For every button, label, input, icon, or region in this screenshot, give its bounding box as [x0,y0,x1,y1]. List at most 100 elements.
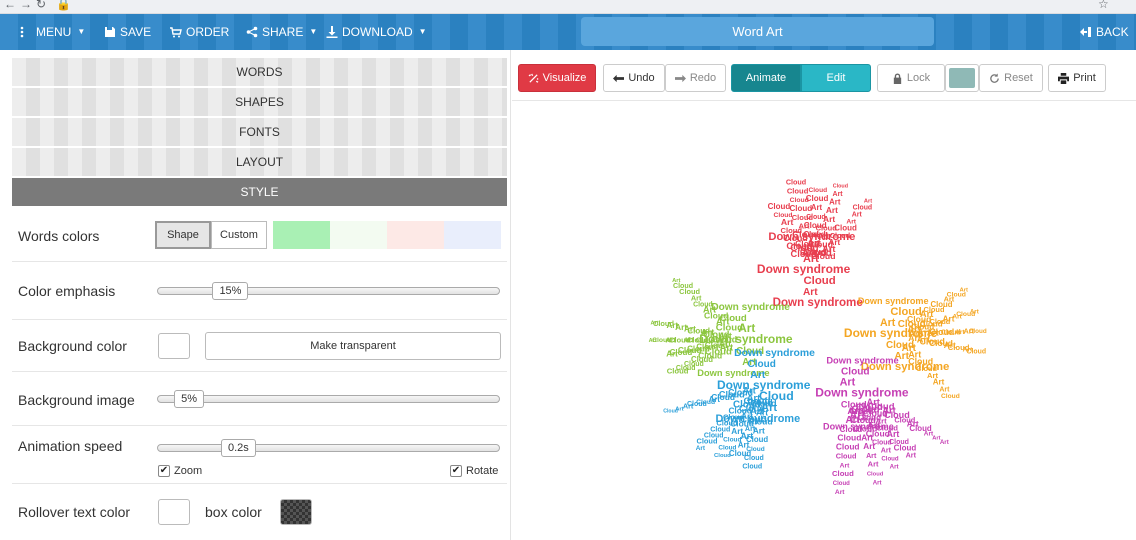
word-art-word[interactable]: Cloud [808,187,827,194]
background-image-handle[interactable]: 5% [174,390,205,408]
print-button[interactable]: Print [1048,64,1106,92]
tab-shapes[interactable]: SHAPES [12,88,507,116]
visualize-button[interactable]: Visualize [518,64,596,92]
reset-button[interactable]: Reset [979,64,1043,92]
word-art-word[interactable]: Art [861,432,873,442]
word-art-word[interactable]: Cloud [941,393,960,400]
word-art-word[interactable]: Cloud [714,453,731,459]
menu-button[interactable]: MENU ▼ [20,14,85,50]
make-transparent-button[interactable]: Make transparent [205,332,501,360]
word-art-word[interactable]: Art [852,212,863,219]
word-art-word[interactable]: Art [906,450,917,459]
word-art-word[interactable]: Cloud [667,367,689,376]
color-swatch[interactable] [330,221,387,249]
word-art-word[interactable]: Art [890,464,899,471]
word-art-word[interactable]: Cloud [853,205,873,212]
word-art-word[interactable]: Art [649,338,657,344]
zoom-checkbox[interactable]: ✔ Zoom [158,465,202,477]
word-art-svg[interactable]: Down syndromeCloudArtDown syndromeCloudA… [512,101,1136,540]
word-art-word[interactable]: Art [811,203,823,212]
word-art-word[interactable]: Cloud [718,444,736,451]
word-art-word[interactable]: Art [683,401,694,410]
share-button[interactable]: SHARE ▼ [246,14,317,50]
word-art-word[interactable]: Art [873,479,882,486]
word-art-word[interactable]: Down syndrome [757,262,851,276]
word-art-word[interactable]: Down syndrome [858,296,929,306]
word-art-word[interactable]: Cloud [774,212,793,219]
word-art-word[interactable]: Art [696,445,706,452]
word-art-canvas[interactable]: Down syndrome Cloud Art Down syndrome Cloud A… [512,100,1136,540]
word-art-word[interactable]: Cloud [836,442,860,452]
tab-words[interactable]: WORDS [12,58,507,86]
word-art-word[interactable]: Art [846,219,856,226]
word-art-word[interactable]: Down syndrome [734,348,815,359]
back-button[interactable]: BACK [1080,14,1129,50]
word-art-word[interactable]: Art [863,442,875,451]
word-art-word[interactable]: Cloud [832,469,854,478]
tab-layout[interactable]: LAYOUT [12,148,507,176]
animation-speed-handle[interactable]: 0.2s [221,439,256,457]
word-art-word[interactable]: Cloud [748,359,776,370]
redo-button[interactable]: Redo [665,64,726,92]
tab-style[interactable]: STYLE [12,178,507,206]
browser-forward-icon[interactable]: → [20,0,32,11]
background-image-slider[interactable] [157,395,500,403]
color-swatch[interactable] [273,221,330,249]
word-art-word[interactable]: Cloud [742,464,762,471]
color-emphasis-slider[interactable] [157,287,500,295]
word-art-word[interactable]: Art [833,191,844,198]
toolbar-color-button[interactable] [945,64,979,92]
word-art-word[interactable]: Art [666,350,678,359]
rotate-checkbox[interactable]: ✔ Rotate [450,465,498,477]
word-art-word[interactable]: Cloud [786,177,806,186]
undo-button[interactable]: Undo [603,64,665,92]
word-art-word[interactable]: Art [864,199,872,205]
shape-colors-button[interactable]: Shape [155,221,211,249]
word-art-word[interactable]: Cloud [693,301,713,308]
background-color-picker[interactable] [158,333,190,359]
word-art-word[interactable]: Art [651,320,659,326]
word-art-word[interactable]: Cloud [833,481,850,487]
word-art-word[interactable]: Art [868,460,879,469]
word-art-word[interactable]: Cloud [768,202,791,211]
browser-reload-icon[interactable]: ↻ [36,0,46,11]
word-art-word[interactable]: Cloud [881,456,899,463]
color-swatch[interactable] [444,221,501,249]
word-art-word[interactable]: Cloud [723,437,741,444]
word-art-word[interactable]: Cloud [663,409,678,415]
word-art-word[interactable]: Cloud [806,194,829,203]
word-art-word[interactable]: Art [835,489,845,496]
word-art-word[interactable]: Art [959,288,968,294]
color-swatch[interactable] [387,221,444,249]
word-art-word[interactable]: Cloud [803,275,835,287]
browser-back-icon[interactable]: ← [4,0,16,11]
word-art-word[interactable]: Art [940,439,949,446]
word-art-word[interactable]: Cloud [867,472,884,478]
word-art-word[interactable]: Cloud [789,204,812,213]
word-art-word[interactable]: Art [881,447,892,455]
lock-button[interactable]: Lock [877,64,945,92]
word-art-word[interactable]: Art [672,278,680,284]
word-art-word[interactable]: Cloud [833,184,848,190]
box-color-picker[interactable] [280,499,312,525]
tab-fonts[interactable]: FONTS [12,118,507,146]
word-art-word[interactable]: Art [823,214,835,224]
custom-colors-button[interactable]: Custom [211,221,267,249]
word-art-word[interactable]: Cloud [969,328,987,335]
save-button[interactable]: SAVE [104,14,151,50]
animate-button[interactable]: Animate [731,64,801,92]
rollover-text-color-picker[interactable] [158,499,190,525]
word-art-word[interactable]: Cloud [967,348,987,355]
word-art-word[interactable]: Art [829,198,841,207]
animation-speed-slider[interactable] [157,444,500,452]
word-art-word[interactable]: Art [866,452,877,460]
word-art-word[interactable]: Art [933,378,945,387]
word-art-word[interactable]: Art [731,427,743,436]
edit-button[interactable]: Edit [801,64,871,92]
word-art-word[interactable]: Down syndrome [826,355,898,365]
word-art-word[interactable]: Cloud [836,451,857,460]
color-emphasis-handle[interactable]: 15% [212,282,249,300]
download-button[interactable]: DOWNLOAD ▼ [326,14,427,50]
bookmark-star-icon[interactable]: ☆ [1098,0,1109,11]
word-art-word[interactable]: Art [970,308,979,315]
